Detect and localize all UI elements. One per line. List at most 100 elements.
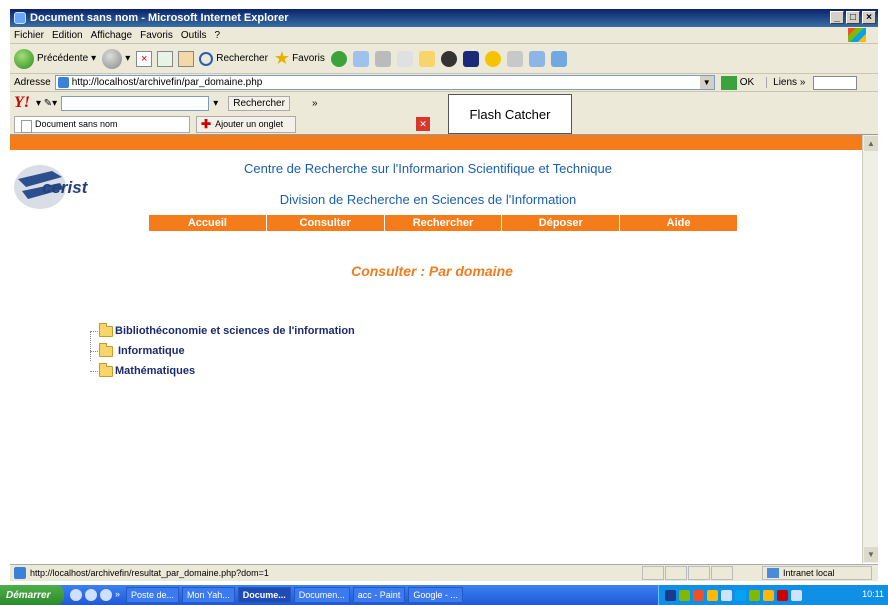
minimize-button[interactable]: _ bbox=[830, 11, 844, 24]
page-viewport: cerist Centre de Recherche sur l'Informa… bbox=[10, 134, 878, 563]
notes-icon[interactable] bbox=[418, 50, 435, 67]
search-label: Rechercher bbox=[216, 53, 268, 64]
folder-icon bbox=[99, 342, 113, 357]
nav-accueil[interactable]: Accueil bbox=[149, 215, 267, 231]
print-icon[interactable] bbox=[374, 50, 391, 67]
menu-outils[interactable]: Outils bbox=[181, 30, 207, 41]
address-input[interactable]: http://localhost/archivefin/par_domaine.… bbox=[54, 75, 715, 90]
tab-current[interactable]: Document sans nom bbox=[14, 115, 190, 133]
research-icon[interactable] bbox=[528, 50, 545, 67]
tray-icon[interactable] bbox=[721, 589, 732, 601]
tree-item[interactable]: Bibliothéconomie et sciences de l'inform… bbox=[90, 321, 355, 341]
tray-icon[interactable] bbox=[679, 589, 690, 601]
close-button[interactable]: × bbox=[862, 11, 876, 24]
menu-fichier[interactable]: Fichier bbox=[14, 30, 44, 41]
menu-edition[interactable]: Edition bbox=[52, 30, 83, 41]
domain-tree: Bibliothéconomie et sciences de l'inform… bbox=[90, 321, 355, 381]
favorites-star-icon: ★ bbox=[273, 48, 291, 68]
intranet-icon bbox=[767, 568, 779, 578]
refresh-icon[interactable] bbox=[157, 50, 174, 67]
vertical-scrollbar[interactable]: ▲ ▼ bbox=[862, 135, 878, 563]
task-button[interactable]: Documen... bbox=[293, 587, 350, 603]
users-icon[interactable] bbox=[550, 50, 567, 67]
nav-aide[interactable]: Aide bbox=[620, 215, 737, 231]
address-dropdown-icon[interactable]: ▼ bbox=[699, 76, 714, 89]
tray-icon[interactable] bbox=[791, 589, 802, 601]
tree-item[interactable]: Informatique bbox=[90, 341, 355, 361]
quicklaunch-icon[interactable] bbox=[70, 589, 82, 601]
yahoo-search-input[interactable] bbox=[61, 95, 210, 111]
maximize-button[interactable]: □ bbox=[846, 11, 860, 24]
ie-icon bbox=[14, 12, 26, 24]
start-button[interactable]: Démarrer bbox=[0, 585, 64, 605]
forward-button[interactable]: ▾ bbox=[102, 48, 130, 69]
system-tray: 10:11 bbox=[658, 585, 888, 605]
address-label: Adresse bbox=[14, 77, 51, 88]
domain-label[interactable]: Mathématiques bbox=[115, 365, 195, 377]
links-toolbar-icon[interactable] bbox=[813, 75, 858, 90]
history-icon[interactable] bbox=[330, 50, 347, 67]
task-button[interactable]: acc - Paint bbox=[352, 587, 406, 603]
status-bar: http://localhost/archivefin/resultat_par… bbox=[10, 564, 878, 581]
go-arrow-icon[interactable] bbox=[720, 75, 737, 90]
menu-affichage[interactable]: Affichage bbox=[91, 30, 133, 41]
tray-icon[interactable] bbox=[749, 589, 760, 601]
task-button[interactable]: Poste de... bbox=[126, 587, 180, 603]
home-icon[interactable] bbox=[178, 50, 195, 67]
tree-item[interactable]: Mathématiques bbox=[90, 361, 355, 381]
status-cells bbox=[642, 566, 733, 580]
messenger-icon[interactable] bbox=[440, 50, 457, 67]
yahoo-search-button[interactable]: Rechercher bbox=[228, 95, 290, 111]
yahoo-menu-icon[interactable]: ▾ ✎▾ bbox=[36, 98, 57, 109]
yahoo-dropdown-icon[interactable]: ▾ bbox=[213, 98, 218, 109]
clock[interactable]: 10:11 bbox=[862, 589, 884, 599]
forward-arrow-icon bbox=[102, 48, 123, 69]
domain-label[interactable]: Informatique bbox=[118, 345, 185, 357]
top-orange-strip bbox=[10, 135, 862, 150]
back-button[interactable]: Précédente ▾ bbox=[14, 48, 96, 69]
task-button-active[interactable]: Docume... bbox=[237, 587, 291, 603]
edit-icon[interactable] bbox=[396, 50, 413, 67]
scroll-down-icon[interactable]: ▼ bbox=[864, 547, 878, 562]
language-icon[interactable] bbox=[665, 589, 676, 601]
yahoo-more-button[interactable]: » bbox=[312, 98, 318, 109]
yahoo-logo-icon[interactable]: Y! bbox=[14, 94, 30, 112]
nav-consulter[interactable]: Consulter bbox=[267, 215, 385, 231]
cerist-logo: cerist bbox=[14, 165, 89, 209]
tray-icon[interactable] bbox=[693, 589, 704, 601]
stop-icon[interactable]: × bbox=[136, 50, 153, 67]
page-status-icon bbox=[14, 567, 26, 579]
go-button[interactable]: OK bbox=[740, 77, 754, 88]
mail-icon[interactable] bbox=[352, 50, 369, 67]
menu-favoris[interactable]: Favoris bbox=[140, 30, 173, 41]
folder-icon bbox=[99, 322, 113, 337]
nav-rechercher[interactable]: Rechercher bbox=[385, 215, 503, 231]
domain-label[interactable]: Bibliothéconomie et sciences de l'inform… bbox=[115, 325, 355, 337]
flash-icon[interactable] bbox=[506, 50, 523, 67]
favorites-button[interactable]: ★ Favoris bbox=[274, 48, 325, 69]
flash-catcher-button[interactable]: Flash Catcher bbox=[448, 94, 572, 134]
scroll-up-icon[interactable]: ▲ bbox=[864, 136, 878, 151]
close-tab-icon[interactable]: ✕ bbox=[416, 117, 430, 131]
plus-icon: ✚ bbox=[201, 117, 212, 131]
task-button[interactable]: Google - ... bbox=[408, 587, 463, 603]
menu-bar: Fichier Edition Affichage Favoris Outils… bbox=[10, 27, 878, 44]
tray-icon[interactable] bbox=[777, 589, 788, 601]
nav-deposer[interactable]: Déposer bbox=[502, 215, 621, 231]
add-tab-button[interactable]: ✚ Ajouter un onglet bbox=[196, 115, 296, 133]
links-button[interactable]: Liens » bbox=[766, 77, 805, 88]
quicklaunch-icon[interactable] bbox=[85, 589, 97, 601]
address-url: http://localhost/archivefin/par_domaine.… bbox=[71, 77, 263, 88]
tray-icon[interactable] bbox=[763, 589, 774, 601]
back-label: Précédente bbox=[37, 53, 89, 64]
tray-icon[interactable] bbox=[735, 589, 746, 601]
task-button[interactable]: Mon Yah... bbox=[182, 587, 235, 603]
smiley-icon[interactable] bbox=[484, 50, 501, 67]
h-icon[interactable] bbox=[462, 50, 479, 67]
menu-help[interactable]: ? bbox=[214, 30, 220, 41]
tray-icon[interactable] bbox=[707, 589, 718, 601]
yahoo-toolbar: Y! ▾ ✎▾ ▾ Rechercher » Flash Catcher bbox=[10, 92, 878, 134]
window-controls: _ □ × bbox=[830, 11, 876, 24]
quicklaunch-icon[interactable] bbox=[100, 589, 112, 601]
search-button[interactable]: Rechercher bbox=[199, 51, 268, 66]
